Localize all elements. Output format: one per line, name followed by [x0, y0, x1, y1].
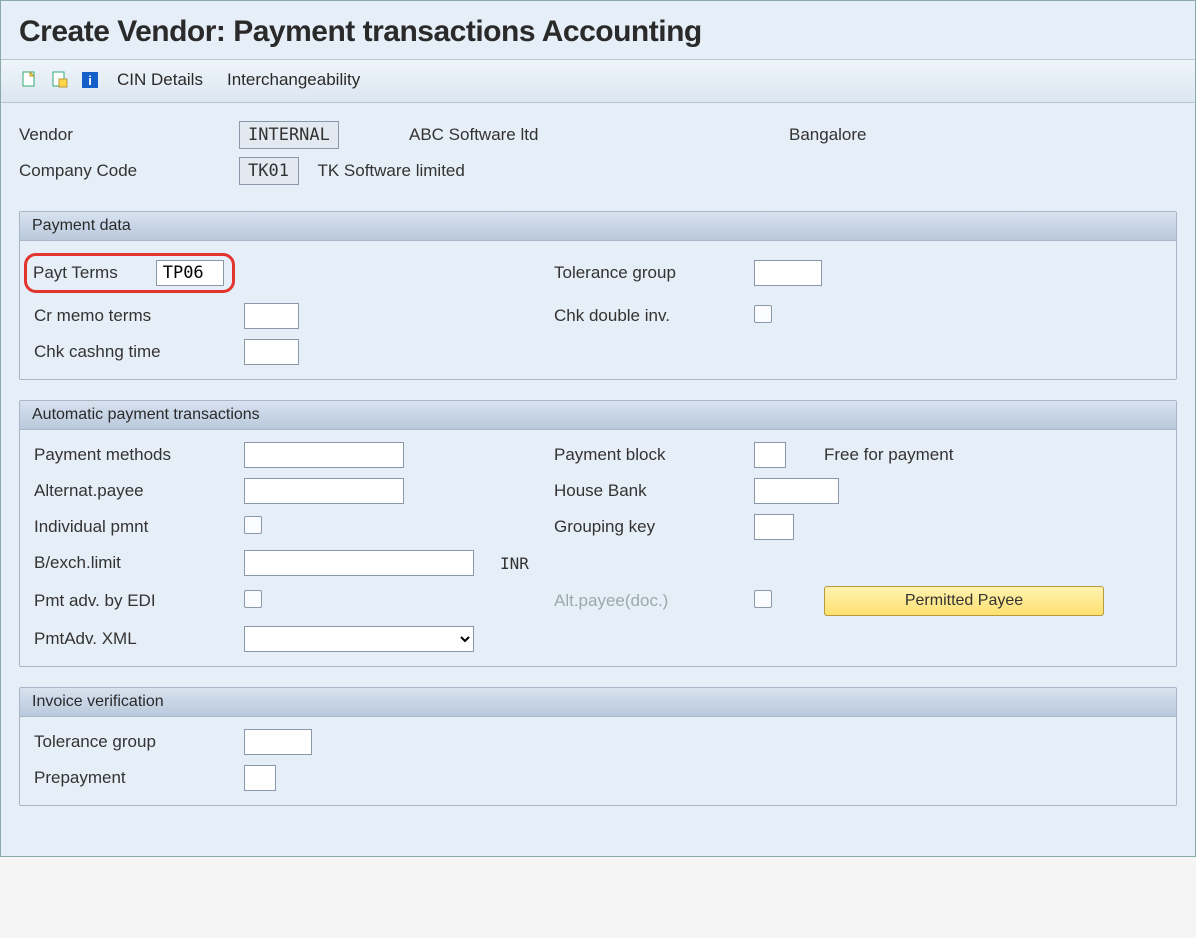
- tolerance-group-input[interactable]: [754, 260, 822, 286]
- bexch-limit-label: B/exch.limit: [34, 553, 244, 573]
- chk-double-label: Chk double inv.: [554, 306, 754, 326]
- vendor-code: INTERNAL: [239, 121, 339, 149]
- iv-tolerance-group-input[interactable]: [244, 729, 312, 755]
- invoice-verification-title: Invoice verification: [20, 688, 1176, 717]
- auto-payment-title: Automatic payment transactions: [20, 401, 1176, 430]
- grouping-key-label: Grouping key: [554, 517, 754, 537]
- pmt-adv-edi-label: Pmt adv. by EDI: [34, 591, 244, 611]
- cr-memo-input[interactable]: [244, 303, 299, 329]
- vendor-city: Bangalore: [789, 125, 1177, 145]
- bexch-limit-input[interactable]: [244, 550, 474, 576]
- payment-methods-label: Payment methods: [34, 445, 244, 465]
- interchangeability-button[interactable]: Interchangeability: [219, 68, 368, 92]
- toolbar: i CIN Details Interchangeability: [1, 60, 1195, 103]
- individual-pmnt-checkbox[interactable]: [244, 516, 262, 534]
- alt-payee-doc-checkbox[interactable]: [754, 590, 772, 608]
- house-bank-label: House Bank: [554, 481, 754, 501]
- house-bank-input[interactable]: [754, 478, 839, 504]
- permitted-payee-button[interactable]: Permitted Payee: [824, 586, 1104, 616]
- cr-memo-label: Cr memo terms: [34, 306, 244, 326]
- info-icon[interactable]: i: [79, 69, 101, 91]
- grouping-key-input[interactable]: [754, 514, 794, 540]
- bexch-currency: INR: [500, 554, 554, 573]
- payment-methods-input[interactable]: [244, 442, 404, 468]
- tolerance-group-label: Tolerance group: [554, 263, 754, 283]
- auto-payment-body: Payment methods Payment block Free for p…: [20, 430, 1176, 666]
- prepayment-input[interactable]: [244, 765, 276, 791]
- chk-cashng-label: Chk cashng time: [34, 342, 244, 362]
- vendor-label: Vendor: [19, 125, 239, 145]
- payment-data-group: Payment data Payt Terms Tolerance group …: [19, 211, 1177, 380]
- payment-data-title: Payment data: [20, 212, 1176, 241]
- prepayment-label: Prepayment: [34, 768, 244, 788]
- alternat-payee-input[interactable]: [244, 478, 404, 504]
- header-block: Vendor INTERNAL ABC Software ltd Bangalo…: [19, 121, 1177, 185]
- payment-data-body: Payt Terms Tolerance group Cr memo terms…: [20, 241, 1176, 379]
- individual-pmnt-label: Individual pmnt: [34, 517, 244, 537]
- doc-open-icon[interactable]: [49, 69, 71, 91]
- iv-tolerance-group-label: Tolerance group: [34, 732, 244, 752]
- invoice-verification-body: Tolerance group Prepayment: [20, 717, 1176, 805]
- doc-new-icon[interactable]: [19, 69, 41, 91]
- company-code-label: Company Code: [19, 161, 239, 181]
- invoice-verification-group: Invoice verification Tolerance group Pre…: [19, 687, 1177, 806]
- svg-text:i: i: [88, 73, 92, 88]
- pmtadv-xml-select[interactable]: [244, 626, 474, 652]
- pmt-adv-edi-checkbox[interactable]: [244, 590, 262, 608]
- content-area: Vendor INTERNAL ABC Software ltd Bangalo…: [1, 103, 1195, 856]
- chk-cashng-input[interactable]: [244, 339, 299, 365]
- sap-window: Create Vendor: Payment transactions Acco…: [0, 0, 1196, 857]
- pmtadv-xml-label: PmtAdv. XML: [34, 629, 244, 649]
- cin-details-button[interactable]: CIN Details: [109, 68, 211, 92]
- highlight-payt-terms: Payt Terms: [24, 253, 235, 293]
- alternat-payee-label: Alternat.payee: [34, 481, 244, 501]
- auto-payment-group: Automatic payment transactions Payment m…: [19, 400, 1177, 667]
- payment-block-label: Payment block: [554, 445, 754, 465]
- titlebar: Create Vendor: Payment transactions Acco…: [1, 1, 1195, 60]
- chk-double-checkbox[interactable]: [754, 305, 772, 323]
- payment-block-text: Free for payment: [824, 445, 1162, 465]
- payment-block-input[interactable]: [754, 442, 786, 468]
- company-code: TK01: [239, 157, 299, 185]
- payt-terms-input[interactable]: [156, 260, 224, 286]
- company-name: TK Software limited: [317, 161, 464, 180]
- payt-terms-label: Payt Terms: [33, 263, 118, 283]
- vendor-name: ABC Software ltd: [409, 125, 789, 145]
- page-title: Create Vendor: Payment transactions Acco…: [19, 15, 1177, 49]
- alt-payee-doc-label: Alt.payee(doc.): [554, 591, 754, 611]
